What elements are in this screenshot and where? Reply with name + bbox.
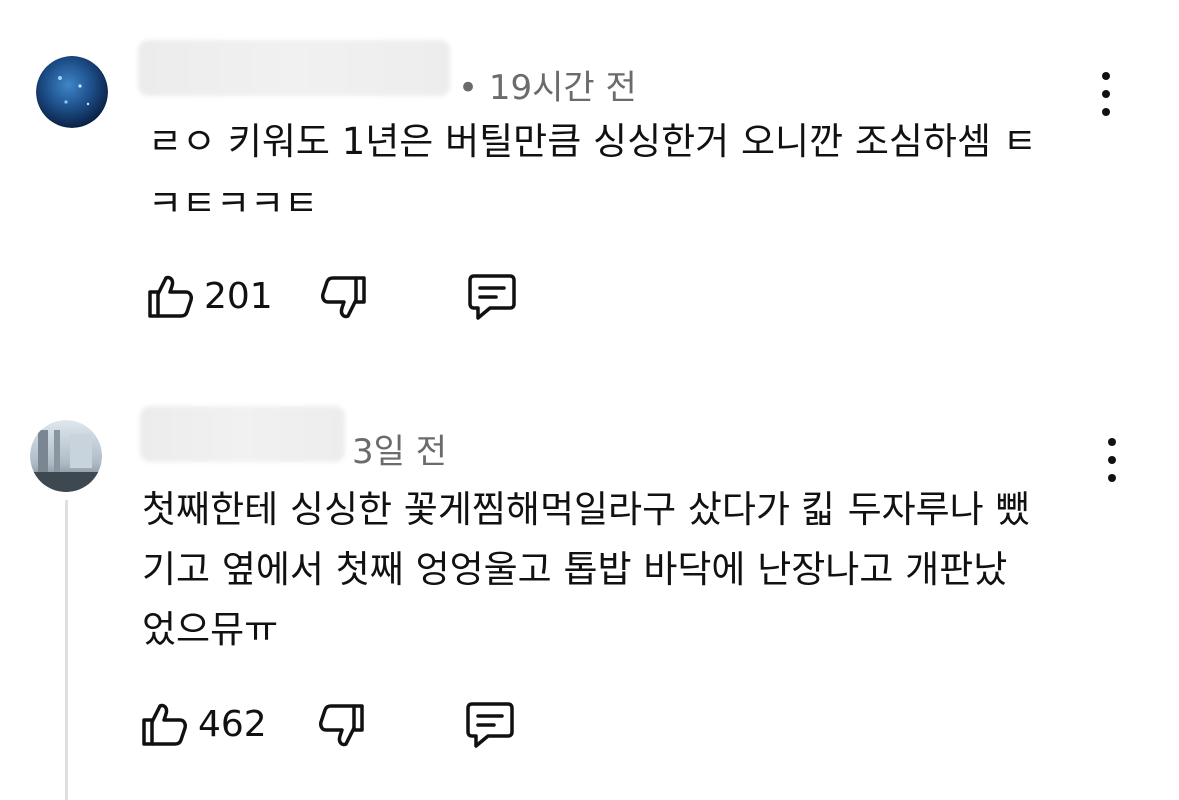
- comment-text-line: 었으뮤ㅠ: [142, 608, 279, 651]
- reply-icon: [466, 272, 518, 322]
- more-options-icon[interactable]: [1100, 72, 1112, 120]
- like-count: 201: [204, 275, 273, 317]
- comment-text-line: ㄹㅇ 키워도 1년은 버틸만큼 싱싱한거 오니깐 조심하셈 ㅌ: [148, 120, 1037, 163]
- dislike-icon: [318, 274, 368, 322]
- dislike-button[interactable]: [318, 274, 368, 322]
- avatar[interactable]: [36, 56, 108, 128]
- thread-line: [65, 500, 68, 800]
- reply-icon: [464, 700, 516, 750]
- like-button[interactable]: 462: [140, 700, 267, 748]
- more-options-icon[interactable]: [1106, 438, 1118, 486]
- reply-button[interactable]: [464, 700, 516, 750]
- like-icon: [140, 700, 190, 748]
- comment-text-line: 기고 옆에서 첫째 엉엉울고 톱밥 바닥에 난장나고 개판났: [142, 548, 1008, 591]
- dislike-icon: [316, 702, 366, 750]
- like-icon: [146, 272, 196, 320]
- comment-text-line: ㅋㅌㅋㅋㅌ: [148, 182, 319, 225]
- dislike-button[interactable]: [316, 702, 366, 750]
- timestamp: 3일 전: [352, 432, 447, 472]
- author-name-redacted[interactable]: [138, 40, 450, 96]
- comment-1: • 19시간 전 ㄹㅇ 키워도 1년은 버틸만큼 싱싱한거 오니깐 조심하셈 ㅌ…: [0, 0, 1179, 380]
- author-name-redacted[interactable]: [140, 406, 345, 462]
- like-count: 462: [198, 703, 267, 745]
- comment-text-line: 첫째한테 싱싱한 꽃게찜해먹일라구 샀다가 킯 두자루나 뺐: [142, 488, 1030, 531]
- timestamp: • 19시간 전: [458, 68, 637, 108]
- like-button[interactable]: 201: [146, 272, 273, 320]
- comment-2: 3일 전 첫째한테 싱싱한 꽃게찜해먹일라구 샀다가 킯 두자루나 뺐 기고 옆…: [0, 400, 1179, 800]
- avatar[interactable]: [30, 420, 102, 492]
- reply-button[interactable]: [466, 272, 518, 322]
